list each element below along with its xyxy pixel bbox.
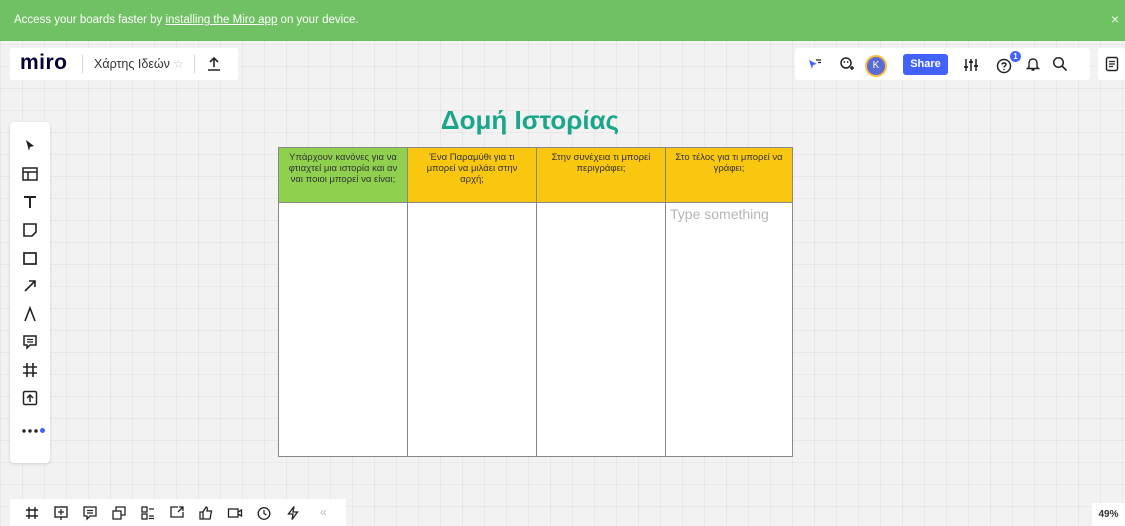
cell-placeholder[interactable]: Type something <box>670 206 769 222</box>
banner-suffix: on your device. <box>277 14 359 26</box>
presentation-icon[interactable] <box>53 505 69 521</box>
divider <box>82 55 83 73</box>
help-notification-badge: 1 <box>1010 51 1021 62</box>
column-header[interactable]: Στο τέλος για τι μπορεί να γράφει; <box>666 148 792 203</box>
search-icon[interactable] <box>1052 56 1068 72</box>
install-app-link[interactable]: installing the Miro app <box>165 14 277 26</box>
text-icon[interactable] <box>20 192 40 212</box>
board-header: miro Χάρτης Ιδεών ☆ <box>10 48 238 80</box>
new-feature-dot <box>40 428 45 433</box>
column-header[interactable]: Υπάρχουν κανόνες για να φτιαχτεί μια ιστ… <box>279 148 407 203</box>
frames-icon[interactable] <box>24 505 40 521</box>
arrow-icon[interactable] <box>20 276 40 296</box>
voting-icon[interactable] <box>198 505 214 521</box>
table-column[interactable]: Ένα Παραμύθι για τι μπορεί να μιλάει στη… <box>408 148 537 456</box>
column-header[interactable]: Στην συνέχεια τι μπορεί περιγράφει; <box>537 148 665 203</box>
user-avatar[interactable]: K <box>865 55 887 77</box>
table-column[interactable]: Στην συνέχεια τι μπορεί περιγράφει; <box>537 148 666 456</box>
board-title[interactable]: Χάρτης Ιδεών <box>94 57 170 71</box>
pen-icon[interactable] <box>20 304 40 324</box>
settings-sliders-icon[interactable] <box>963 57 979 73</box>
collaboration-bar: K Share 1 <box>795 48 1090 80</box>
comments-icon[interactable] <box>82 505 98 521</box>
comment-icon[interactable] <box>20 332 40 352</box>
creation-toolbar <box>10 122 50 463</box>
close-banner-button[interactable]: × <box>1111 11 1119 27</box>
divider <box>194 55 195 73</box>
export-icon[interactable] <box>206 56 222 72</box>
table-column[interactable]: Υπάρχουν κανόνες για να φτιαχτεί μια ιστ… <box>279 148 408 456</box>
invite-user-icon[interactable] <box>839 56 855 72</box>
notes-list-icon[interactable] <box>1104 56 1120 72</box>
screen-share-icon[interactable] <box>169 505 185 521</box>
bell-icon[interactable] <box>1025 56 1041 72</box>
bottom-toolbar: « <box>10 499 346 526</box>
board-heading[interactable]: Δομή Ιστορίας <box>380 105 680 136</box>
more-icon[interactable] <box>20 417 40 437</box>
collapse-toolbar-button[interactable]: « <box>320 505 327 519</box>
notes-panel <box>1098 48 1125 80</box>
frame-icon[interactable] <box>20 360 40 380</box>
video-chat-icon[interactable] <box>227 505 243 521</box>
kanban-icon[interactable] <box>140 505 156 521</box>
apps-lightning-icon[interactable] <box>285 505 301 521</box>
reactions-cursor-icon[interactable] <box>807 57 823 73</box>
upload-icon[interactable] <box>20 388 40 408</box>
zoom-level[interactable]: 49% <box>1092 503 1125 526</box>
banner-prefix: Access your boards faster by <box>14 14 166 26</box>
app-install-banner: Access your boards faster by installing … <box>0 0 1125 41</box>
sticky-note-icon[interactable] <box>20 220 40 240</box>
table-column[interactable]: Στο τέλος για τι μπορεί να γράφει; Type … <box>666 148 792 456</box>
select-icon[interactable] <box>20 136 40 156</box>
story-structure-table[interactable]: Υπάρχουν κανόνες για να φτιαχτεί μια ιστ… <box>278 147 793 457</box>
timer-icon[interactable] <box>256 505 272 521</box>
banner-text: Access your boards faster by installing … <box>14 14 359 26</box>
star-icon[interactable]: ☆ <box>173 57 184 71</box>
column-header[interactable]: Ένα Παραμύθι για τι μπορεί να μιλάει στη… <box>408 148 536 203</box>
shape-icon[interactable] <box>20 248 40 268</box>
template-icon[interactable] <box>20 164 40 184</box>
cards-icon[interactable] <box>111 505 127 521</box>
miro-logo[interactable]: miro <box>20 51 68 75</box>
share-button[interactable]: Share <box>903 54 948 75</box>
